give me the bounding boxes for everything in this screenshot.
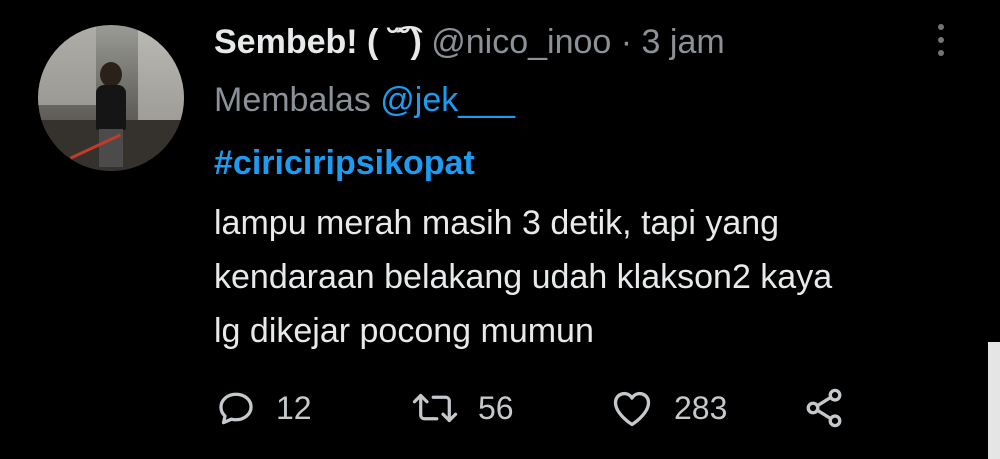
retweet-count: 56: [478, 389, 514, 426]
hashtag-link[interactable]: #ciriciripsikopat: [214, 141, 475, 185]
tweet-body-line: lampu merah masih 3 detik, tapi yang: [214, 204, 780, 242]
more-options-icon[interactable]: [936, 24, 946, 64]
more-dot: [938, 50, 944, 56]
retweet-icon: [412, 393, 458, 423]
display-name[interactable]: Sembeb! ( ˘͡˘): [214, 23, 422, 61]
heart-icon: [613, 391, 651, 427]
more-dot: [938, 37, 944, 43]
timestamp[interactable]: 3 jam: [642, 23, 725, 61]
reply-button[interactable]: 12: [214, 385, 312, 431]
tweet-header: Sembeb! ( ˘͡˘) @nico_inoo · 3 jam: [214, 20, 725, 64]
like-count: 283: [674, 389, 728, 426]
separator-dot: ·: [620, 23, 633, 61]
avatar-person-body: [96, 85, 126, 130]
avatar-person-head: [100, 62, 122, 87]
user-handle[interactable]: @nico_inoo: [431, 23, 611, 61]
scrollbar[interactable]: [988, 342, 1000, 459]
more-dot: [938, 24, 944, 30]
share-icon: [806, 388, 842, 428]
tweet-body-line: kendaraan belakang udah klakson2 kaya: [214, 258, 833, 296]
reply-icon: [219, 392, 253, 425]
share-button[interactable]: [802, 385, 846, 431]
avatar[interactable]: [38, 25, 184, 171]
avatar-background-pillar: [138, 25, 184, 120]
tweet-body: lampu merah masih 3 detik, tapi yang ken…: [214, 196, 974, 358]
tweet-body-line: lg dikejar pocong mumun: [214, 312, 594, 350]
reply-context: Membalas @jek___: [214, 78, 515, 122]
reply-mention-link[interactable]: @jek___: [380, 81, 515, 119]
reply-prefix: Membalas: [214, 81, 371, 119]
like-button[interactable]: 283: [608, 385, 727, 431]
reply-count: 12: [276, 389, 312, 426]
retweet-button[interactable]: 56: [410, 385, 514, 431]
avatar-background-wall: [38, 25, 96, 105]
